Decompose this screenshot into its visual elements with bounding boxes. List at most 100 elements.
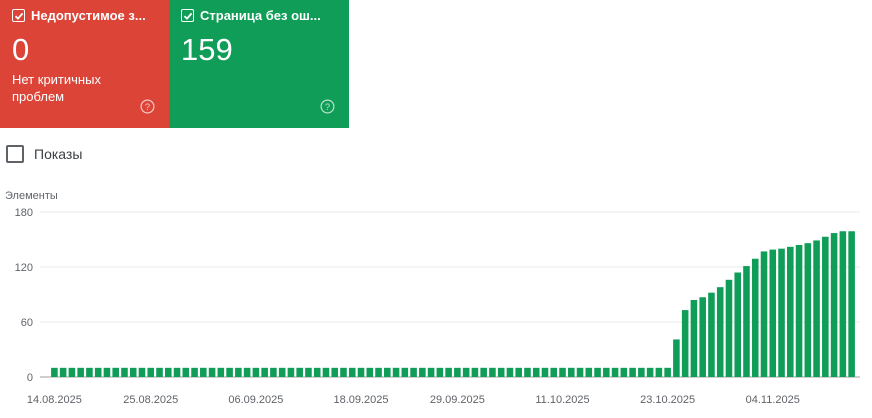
chart-bar[interactable] (103, 367, 111, 377)
chart-bar[interactable] (681, 310, 689, 377)
card-valid-checkbox[interactable] (181, 9, 194, 22)
chart-bar[interactable] (716, 287, 724, 377)
chart-bar[interactable] (392, 367, 400, 377)
help-icon[interactable]: ? (320, 99, 335, 114)
chart-bar[interactable] (278, 367, 286, 377)
chart-bar[interactable] (208, 367, 216, 377)
chart-bar[interactable] (751, 258, 759, 377)
chart-bar[interactable] (760, 251, 768, 377)
chart-bar[interactable] (191, 367, 198, 377)
card-invalid[interactable]: Недопустимое з... 0 Нет критичных пробле… (0, 0, 169, 128)
chart-bar[interactable] (506, 367, 514, 377)
chart-bar[interactable] (848, 231, 855, 377)
chart-bar[interactable] (576, 367, 584, 377)
chart-bar[interactable] (112, 367, 119, 377)
chart-bar[interactable] (129, 367, 137, 377)
chart-bar[interactable] (86, 367, 93, 377)
chart-bar[interactable] (673, 339, 680, 377)
chart-bar[interactable] (787, 246, 794, 377)
chart-bar[interactable] (611, 367, 619, 377)
chart-bar[interactable] (217, 367, 225, 377)
card-valid[interactable]: Страница без ош... 159 ? (169, 0, 349, 128)
chart-bar[interactable] (830, 233, 838, 377)
chart-bar[interactable] (305, 367, 312, 377)
chart-bar[interactable] (655, 367, 663, 377)
chart-bar[interactable] (629, 367, 636, 377)
chart-bar[interactable] (436, 367, 444, 377)
chart-bar[interactable] (594, 367, 601, 377)
chart-bar[interactable] (804, 243, 812, 377)
chart-bar[interactable] (68, 367, 76, 377)
chart-bar[interactable] (296, 367, 303, 377)
chart-bar[interactable] (515, 367, 522, 377)
chart-bar[interactable] (743, 266, 750, 377)
chart-bar[interactable] (401, 367, 409, 377)
chart-bar[interactable] (708, 292, 715, 377)
chart-bar[interactable] (427, 367, 435, 377)
chart-bar[interactable] (287, 367, 295, 377)
chart-bar[interactable] (138, 367, 146, 377)
chart-bar[interactable] (173, 367, 181, 377)
chart-bar[interactable] (567, 367, 575, 377)
chart-bar[interactable] (690, 300, 698, 377)
chart-bar[interactable] (734, 272, 742, 378)
impressions-checkbox[interactable] (6, 145, 24, 163)
chart-bar[interactable] (59, 367, 67, 377)
chart-bar[interactable] (375, 367, 382, 377)
chart-bar[interactable] (121, 367, 128, 377)
chart-bar[interactable] (235, 367, 242, 377)
chart-bar[interactable] (462, 367, 470, 377)
chart-bar[interactable] (94, 367, 102, 377)
card-invalid-checkbox[interactable] (12, 9, 25, 22)
chart-bar[interactable] (646, 367, 654, 377)
chart-bar[interactable] (313, 367, 321, 377)
chart-bar[interactable] (182, 367, 190, 377)
chart-bar[interactable] (77, 367, 84, 377)
chart-bar[interactable] (497, 367, 505, 377)
chart-bar[interactable] (725, 279, 733, 377)
chart-bar[interactable] (322, 367, 330, 377)
impressions-toggle[interactable]: Показы (6, 145, 82, 163)
chart-bar[interactable] (480, 367, 487, 377)
chart-bar[interactable] (778, 248, 785, 377)
chart-bar[interactable] (532, 367, 540, 377)
chart-bar[interactable] (156, 367, 163, 377)
chart-bar[interactable] (340, 367, 347, 377)
chart-bar[interactable] (357, 367, 365, 377)
chart-bar[interactable] (839, 231, 847, 377)
chart-bar[interactable] (147, 367, 155, 377)
chart-bar[interactable] (200, 367, 207, 377)
chart-bar[interactable] (603, 367, 610, 377)
chart-bar[interactable] (252, 367, 260, 377)
chart-bar[interactable] (270, 367, 277, 377)
chart-bar[interactable] (419, 367, 426, 377)
chart-bar[interactable] (795, 245, 803, 377)
chart-bar[interactable] (51, 367, 58, 377)
chart-bar[interactable] (769, 249, 777, 377)
card-valid-header[interactable]: Страница без ош... (181, 8, 321, 23)
chart-bar[interactable] (813, 240, 820, 377)
chart-bar[interactable] (261, 367, 268, 377)
help-icon[interactable]: ? (140, 99, 155, 114)
chart-bar[interactable] (541, 367, 549, 377)
chart-bar[interactable] (243, 367, 251, 377)
chart-bar[interactable] (699, 297, 706, 377)
chart-bar[interactable] (664, 367, 671, 377)
chart-bar[interactable] (638, 367, 645, 377)
chart-bar[interactable] (524, 367, 531, 377)
chart-bar[interactable] (164, 367, 172, 377)
chart-bar[interactable] (822, 236, 829, 377)
chart-bar[interactable] (454, 367, 461, 377)
chart-bar[interactable] (559, 367, 566, 377)
chart-bar[interactable] (585, 367, 593, 377)
card-invalid-header[interactable]: Недопустимое з... (12, 8, 146, 23)
chart-bar[interactable] (384, 367, 391, 377)
chart-bar[interactable] (445, 367, 452, 377)
chart-bar[interactable] (489, 367, 496, 377)
chart-bar[interactable] (550, 367, 558, 377)
chart-bar[interactable] (410, 367, 417, 377)
chart-bar[interactable] (620, 367, 628, 377)
chart-bar[interactable] (366, 367, 374, 377)
chart-bar[interactable] (471, 367, 479, 377)
chart-bar[interactable] (331, 367, 339, 377)
